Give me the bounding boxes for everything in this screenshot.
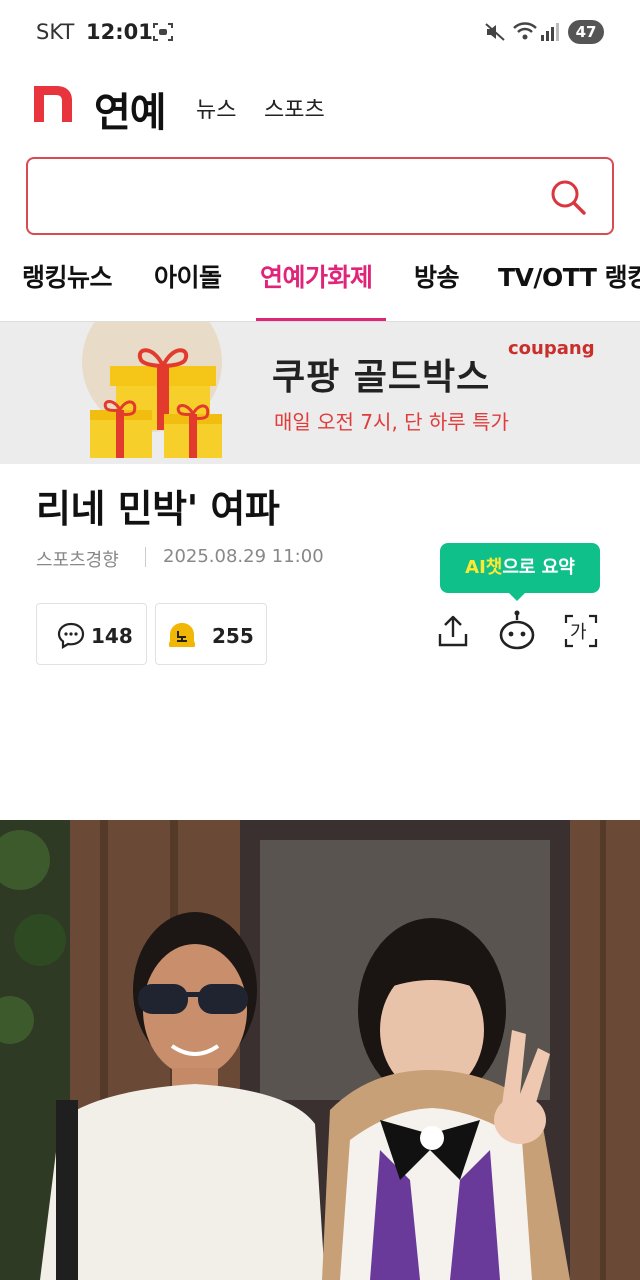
- reaction-icon: [169, 623, 195, 647]
- status-bar: SKT 12:01 47: [0, 0, 640, 64]
- reaction-button[interactable]: 255: [155, 603, 267, 665]
- tab-broadcast[interactable]: 방송: [414, 258, 460, 294]
- article-photo[interactable]: [0, 820, 640, 1280]
- ad-banner[interactable]: 쿠팡 골드박스 매일 오전 7시, 단 하루 특가 coupang: [0, 322, 640, 464]
- article-date: 2025.08.29 11:00: [163, 546, 324, 567]
- screen-capture-icon: [153, 23, 173, 41]
- meta-divider: [145, 547, 146, 567]
- gift-boxes-icon: [90, 348, 222, 458]
- mute-icon: [485, 23, 505, 41]
- naver-n-logo[interactable]: [34, 86, 72, 122]
- share-icon[interactable]: [438, 614, 468, 648]
- font-size-label: 가: [570, 622, 587, 643]
- nav-link-news[interactable]: 뉴스: [196, 92, 236, 124]
- article-source[interactable]: 스포츠경향: [36, 546, 119, 572]
- ad-title: 쿠팡 골드박스: [272, 357, 491, 398]
- battery-indicator: 47: [568, 20, 604, 44]
- wifi-icon: [513, 22, 537, 40]
- search-icon[interactable]: [548, 177, 588, 217]
- signal-icon: [541, 23, 559, 41]
- comment-count: 148: [91, 624, 133, 648]
- ad-brand-logo: coupang: [508, 338, 595, 359]
- search-input[interactable]: [44, 173, 524, 219]
- article-title: 리네 민박' 여파: [36, 487, 280, 531]
- tab-entertainment-topics[interactable]: 연예가화제: [260, 258, 373, 294]
- status-time: 12:01: [86, 20, 153, 44]
- carrier-label: SKT: [36, 20, 75, 44]
- nav-link-sports[interactable]: 스포츠: [264, 92, 325, 124]
- comment-button[interactable]: 148: [36, 603, 147, 665]
- ai-summary-highlight: AI챗: [465, 557, 503, 578]
- ai-summary-button[interactable]: AI챗으로 요약: [440, 543, 600, 593]
- search-box[interactable]: [26, 157, 614, 235]
- tab-ranking-news[interactable]: 랭킹뉴스: [22, 258, 113, 294]
- category-tabs: 랭킹뉴스 아이돌 연예가화제 방송 TV/OTT 랭킹: [0, 252, 640, 322]
- ai-summary-label: 으로 요약: [502, 557, 575, 578]
- comment-icon: [57, 622, 85, 649]
- ai-bot-icon[interactable]: [498, 610, 536, 650]
- section-title[interactable]: 연예: [94, 80, 167, 138]
- tab-tv-ott-ranking[interactable]: TV/OTT 랭킹: [498, 258, 640, 294]
- tab-idol[interactable]: 아이돌: [154, 258, 222, 294]
- ai-bubble-tail: [508, 592, 526, 601]
- ad-subtitle: 매일 오전 7시, 단 하루 특가: [274, 410, 509, 434]
- reaction-count: 255: [212, 624, 254, 648]
